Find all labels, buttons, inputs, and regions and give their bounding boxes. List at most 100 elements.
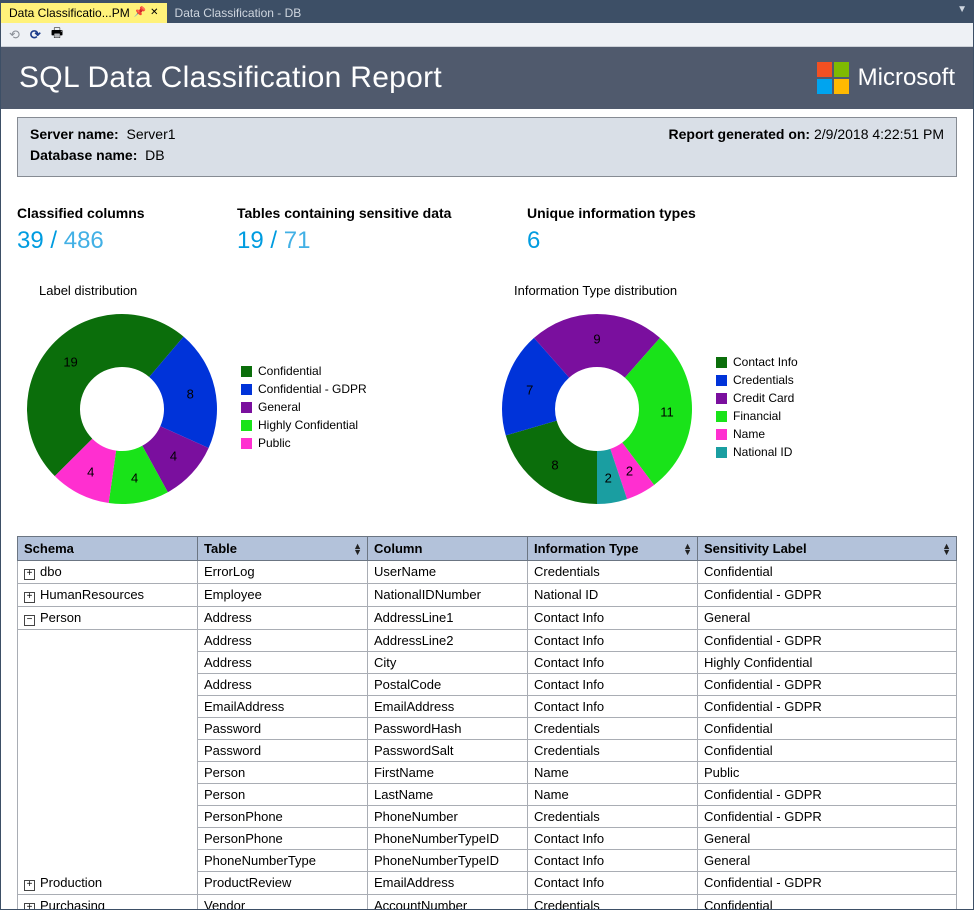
- legend-label: National ID: [733, 445, 792, 459]
- cell-sens: Confidential - GDPR: [698, 784, 957, 806]
- legend-item: Credentials: [716, 373, 798, 387]
- cell-column: AccountNumber: [368, 895, 528, 910]
- cell-schema: −Person: [18, 607, 198, 630]
- expand-icon[interactable]: +: [24, 569, 35, 580]
- cell-info: Credentials: [528, 718, 698, 740]
- table-row: AddressAddressLine2Contact InfoConfident…: [18, 630, 957, 652]
- back-icon[interactable]: ⟲: [9, 27, 20, 43]
- legend-label: Confidential - GDPR: [258, 382, 367, 396]
- table-row: AddressCityContact InfoHighly Confidenti…: [18, 652, 957, 674]
- table-row: PersonFirstNameNamePublic: [18, 762, 957, 784]
- print-icon[interactable]: 🖶: [51, 24, 63, 46]
- stat-tables: Tables containing sensitive data 19 / 71: [237, 205, 487, 255]
- brand-name: Microsoft: [858, 64, 955, 92]
- col-table[interactable]: Table ▲▼: [198, 537, 368, 561]
- expand-icon[interactable]: +: [24, 903, 35, 909]
- cell-schema: [18, 630, 198, 652]
- col-info-type[interactable]: Information Type ▲▼: [528, 537, 698, 561]
- data-table: Schema Table ▲▼ Column Information Type …: [17, 536, 957, 909]
- cell-schema: [18, 652, 198, 674]
- cell-table: Address: [198, 607, 368, 630]
- chart-info-type-distribution: Information Type distribution 8791122 Co…: [492, 283, 957, 514]
- tab-label: Data Classificatio...PM: [9, 3, 130, 23]
- legend-swatch: [716, 411, 727, 422]
- expand-icon[interactable]: +: [24, 592, 35, 603]
- legend-label: Public: [258, 436, 291, 450]
- cell-table: ProductReview: [198, 872, 368, 895]
- legend-label: Credit Card: [733, 391, 794, 405]
- legend-label: Financial: [733, 409, 781, 423]
- legend-swatch: [716, 447, 727, 458]
- cell-sens: Confidential: [698, 895, 957, 910]
- cell-column: AddressLine2: [368, 630, 528, 652]
- cell-info: Credentials: [528, 895, 698, 910]
- cell-table: Address: [198, 630, 368, 652]
- cell-sens: Public: [698, 762, 957, 784]
- meta-box: Server name: Server1 Database name: DB R…: [17, 117, 957, 177]
- close-icon[interactable]: ✕: [150, 3, 158, 23]
- cell-info: Name: [528, 784, 698, 806]
- cell-schema: [18, 784, 198, 806]
- legend-item: Financial: [716, 409, 798, 423]
- cell-schema: [18, 740, 198, 762]
- cell-table: Password: [198, 740, 368, 762]
- stat-types: Unique information types 6: [527, 205, 707, 255]
- cell-info: Contact Info: [528, 850, 698, 872]
- tab-label: Data Classification - DB: [175, 3, 302, 23]
- refresh-icon[interactable]: ⟳: [30, 27, 41, 43]
- col-column[interactable]: Column: [368, 537, 528, 561]
- table-row: PasswordPasswordHashCredentialsConfident…: [18, 718, 957, 740]
- expand-icon[interactable]: +: [24, 880, 35, 891]
- db-value: DB: [145, 147, 164, 163]
- tab-inactive[interactable]: Data Classification - DB: [167, 3, 310, 23]
- legend-label: Name: [733, 427, 765, 441]
- stat-label: Classified columns: [17, 205, 197, 221]
- cell-info: Credentials: [528, 806, 698, 828]
- table-row: +PurchasingVendorAccountNumberCredential…: [18, 895, 957, 910]
- collapse-icon[interactable]: −: [24, 615, 35, 626]
- legend-item: Confidential - GDPR: [241, 382, 367, 396]
- cell-column: EmailAddress: [368, 696, 528, 718]
- cell-column: PasswordSalt: [368, 740, 528, 762]
- legend-item: Public: [241, 436, 367, 450]
- cell-schema: +dbo: [18, 561, 198, 584]
- chart-title: Label distribution: [39, 283, 482, 298]
- tab-active[interactable]: Data Classificatio...PM 📌 ✕: [1, 3, 167, 23]
- legend-item: Name: [716, 427, 798, 441]
- cell-table: Employee: [198, 584, 368, 607]
- cell-info: Contact Info: [528, 652, 698, 674]
- sort-icon[interactable]: ▲▼: [942, 543, 951, 555]
- cell-info: Contact Info: [528, 828, 698, 850]
- cell-table: Vendor: [198, 895, 368, 910]
- table-row: PersonPhonePhoneNumberCredentialsConfide…: [18, 806, 957, 828]
- cell-info: Contact Info: [528, 674, 698, 696]
- cell-table: Address: [198, 652, 368, 674]
- chevron-down-icon[interactable]: ▼: [957, 4, 967, 15]
- server-label: Server name:: [30, 126, 119, 142]
- legend-swatch: [241, 402, 252, 413]
- col-schema[interactable]: Schema: [18, 537, 198, 561]
- toolbar: ⟲ ⟳ 🖶: [1, 23, 973, 47]
- cell-sens: General: [698, 828, 957, 850]
- stat-value: 19 / 71: [237, 227, 487, 255]
- legend-item: Credit Card: [716, 391, 798, 405]
- pin-icon[interactable]: 📌: [134, 3, 146, 23]
- chart-label-distribution: Label distribution 198444 ConfidentialCo…: [17, 283, 482, 514]
- cell-info: National ID: [528, 584, 698, 607]
- legend-swatch: [241, 420, 252, 431]
- sort-icon[interactable]: ▲▼: [683, 543, 692, 555]
- cell-column: PhoneNumber: [368, 806, 528, 828]
- cell-sens: Confidential - GDPR: [698, 674, 957, 696]
- sort-icon[interactable]: ▲▼: [353, 543, 362, 555]
- col-sensitivity[interactable]: Sensitivity Label ▲▼: [698, 537, 957, 561]
- legend-swatch: [716, 393, 727, 404]
- content-area: Server name: Server1 Database name: DB R…: [1, 109, 973, 909]
- stats-row: Classified columns 39 / 486 Tables conta…: [17, 205, 957, 255]
- table-row: EmailAddressEmailAddressContact InfoConf…: [18, 696, 957, 718]
- gen-value: 2/9/2018 4:22:51 PM: [814, 126, 944, 142]
- cell-info: Contact Info: [528, 607, 698, 630]
- cell-table: ErrorLog: [198, 561, 368, 584]
- cell-info: Credentials: [528, 740, 698, 762]
- legend-item: General: [241, 400, 367, 414]
- cell-column: PostalCode: [368, 674, 528, 696]
